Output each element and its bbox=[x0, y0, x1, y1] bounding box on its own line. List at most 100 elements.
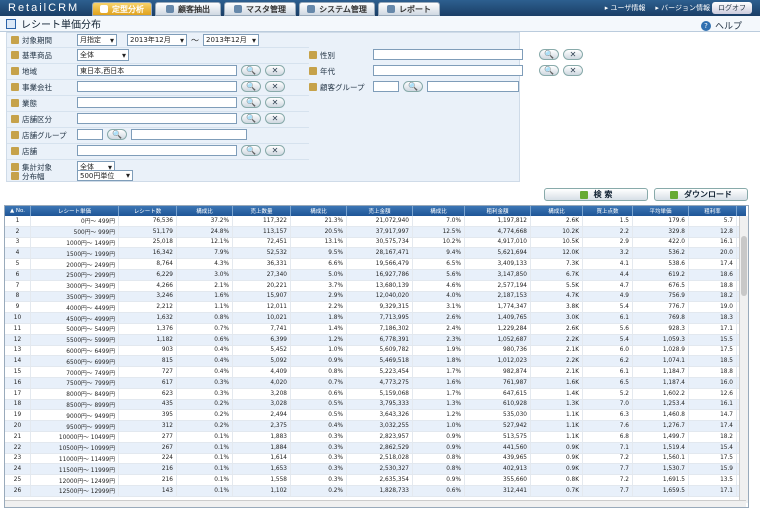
table-cell: 1.2% bbox=[413, 410, 465, 421]
base-product-select[interactable]: 全体 bbox=[77, 49, 129, 61]
table-row[interactable]: 26 12500円～ 12999円 143 0.1% 1,102 0.2% 1,828,73… bbox=[5, 485, 746, 497]
width-select[interactable]: 500円単位 bbox=[77, 170, 133, 181]
column-header[interactable]: 粗利率 bbox=[689, 206, 737, 216]
table-row[interactable]: 14 6500円～ 6999円 815 0.4% 5,092 0.9% 5,469,518 1… bbox=[5, 356, 746, 368]
table-row[interactable]: 18 8500円～ 8999円 435 0.2% 3,028 0.5% 3,795,333 1… bbox=[5, 399, 746, 411]
table-row[interactable]: 20 9500円～ 9999円 312 0.2% 2,375 0.4% 3,032,255 1… bbox=[5, 421, 746, 432]
user-info-link[interactable]: ▸ ユーザ情報 bbox=[605, 3, 646, 13]
format-clear-button[interactable]: ✕ bbox=[265, 97, 285, 108]
column-header[interactable]: 売上数量 bbox=[233, 206, 291, 216]
column-header[interactable]: 構成比 bbox=[177, 206, 233, 216]
version-info-link[interactable]: ▸ バージョン情報 bbox=[655, 3, 710, 13]
table-row[interactable]: 7 3000円～ 3499円 4,266 2.1% 20,221 3.7% 13,680,1… bbox=[5, 280, 746, 292]
store-group-code-input[interactable] bbox=[77, 129, 103, 140]
store-type-input[interactable] bbox=[77, 113, 237, 124]
gender-clear-button[interactable]: ✕ bbox=[563, 49, 583, 60]
gender-search-button[interactable]: 🔍 bbox=[539, 49, 559, 60]
store-type-search-button[interactable]: 🔍 bbox=[241, 113, 261, 124]
vertical-scrollbar[interactable] bbox=[739, 216, 748, 503]
table-cell: 0.1% bbox=[177, 475, 233, 485]
table-row[interactable]: 19 9000円～ 9499円 395 0.2% 2,494 0.5% 3,643,326 1… bbox=[5, 410, 746, 422]
table-cell: 756.9 bbox=[633, 291, 689, 302]
table-cell: 13.1% bbox=[291, 237, 347, 248]
column-header[interactable]: 買上点数 bbox=[583, 206, 633, 216]
age-search-button[interactable]: 🔍 bbox=[539, 65, 559, 76]
logout-button[interactable]: ログオフ bbox=[712, 2, 752, 14]
customer-group-search-button[interactable]: 🔍 bbox=[403, 81, 423, 92]
age-input[interactable] bbox=[373, 65, 523, 76]
store-type-clear-button[interactable]: ✕ bbox=[265, 113, 285, 124]
company-clear-button[interactable]: ✕ bbox=[265, 81, 285, 92]
period-from-select[interactable]: 2013年12月 bbox=[127, 34, 187, 46]
tab-report[interactable]: レポート bbox=[378, 2, 440, 16]
table-row[interactable]: 3 1000円～ 1499円 25,018 12.1% 72,451 13.1% 30,57… bbox=[5, 237, 746, 249]
column-header[interactable]: 売上金額 bbox=[347, 206, 413, 216]
column-header[interactable]: ▲ No. bbox=[5, 206, 31, 216]
tab-fixed-analysis[interactable]: 定型分析 bbox=[92, 2, 152, 16]
table-row[interactable]: 9 4000円～ 4499円 2,212 1.1% 12,011 2.2% 9,329,31… bbox=[5, 302, 746, 314]
horizontal-scrollbar[interactable] bbox=[5, 500, 746, 507]
table-cell: 1.8% bbox=[291, 313, 347, 323]
table-row[interactable]: 1 0円～ 499円 76,536 37.2% 117,322 21.3% 21,072,9… bbox=[5, 216, 746, 227]
base-product-label-text: 基準商品 bbox=[22, 50, 52, 60]
table-row[interactable]: 15 7000円～ 7499円 727 0.4% 4,409 0.8% 5,223,454 1… bbox=[5, 367, 746, 378]
table-cell: 815 bbox=[119, 356, 177, 367]
store-group-name-input[interactable] bbox=[131, 129, 247, 140]
age-clear-button[interactable]: ✕ bbox=[563, 65, 583, 76]
download-button[interactable]: ダウンロード bbox=[654, 188, 748, 201]
table-cell: 9 bbox=[5, 302, 31, 313]
store-group-search-button[interactable]: 🔍 bbox=[107, 129, 127, 140]
top-links: ▸ ユーザ情報 ▸ バージョン情報 bbox=[605, 3, 710, 13]
table-row[interactable]: 25 12000円～ 12499円 216 0.1% 1,558 0.3% 2,635,35… bbox=[5, 475, 746, 486]
column-header[interactable]: 構成比 bbox=[291, 206, 347, 216]
customer-group-code-input[interactable] bbox=[373, 81, 399, 92]
column-header[interactable]: 構成比 bbox=[413, 206, 465, 216]
table-cell: 1.1K bbox=[531, 421, 583, 431]
table-row[interactable]: 12 5500円～ 5999円 1,182 0.6% 6,399 1.2% 6,778,39… bbox=[5, 334, 746, 346]
table-row[interactable]: 5 2000円～ 2499円 8,764 4.3% 36,331 6.6% 19,566,4… bbox=[5, 259, 746, 270]
table-cell: 4.0% bbox=[413, 291, 465, 302]
table-row[interactable]: 23 11000円～ 11499円 224 0.1% 1,614 0.3% 2,518,02… bbox=[5, 453, 746, 465]
table-row[interactable]: 4 1500円～ 1999円 16,342 7.9% 52,532 9.5% 28,167,… bbox=[5, 248, 746, 260]
region-clear-button[interactable]: ✕ bbox=[265, 65, 285, 76]
column-header[interactable]: レシート単価 bbox=[31, 206, 119, 216]
table-cell: 5,621,694 bbox=[465, 248, 531, 259]
table-cell: 776.7 bbox=[633, 302, 689, 313]
tab-master-management[interactable]: マスタ管理 bbox=[224, 2, 296, 16]
gender-input[interactable] bbox=[373, 49, 523, 60]
table-row[interactable]: 6 2500円～ 2999円 6,229 3.0% 27,340 5.0% 16,927,7… bbox=[5, 269, 746, 281]
column-header[interactable]: 粗利金額 bbox=[465, 206, 531, 216]
column-header[interactable]: レシート数 bbox=[119, 206, 177, 216]
column-header[interactable]: 構成比 bbox=[531, 206, 583, 216]
column-header[interactable]: 平均単価 bbox=[633, 206, 689, 216]
table-row[interactable]: 2 500円～ 999円 51,179 24.8% 113,157 20.5% 37,917… bbox=[5, 226, 746, 238]
region-search-button[interactable]: 🔍 bbox=[241, 65, 261, 76]
table-cell: 3.8K bbox=[531, 302, 583, 313]
help-link[interactable]: ? ヘルプ bbox=[700, 19, 742, 32]
scroll-thumb[interactable] bbox=[741, 236, 747, 296]
table-row[interactable]: 13 6000円～ 6499円 903 0.4% 5,452 1.0% 5,609,782 1… bbox=[5, 345, 746, 357]
format-search-button[interactable]: 🔍 bbox=[241, 97, 261, 108]
store-input[interactable] bbox=[77, 145, 237, 156]
store-search-button[interactable]: 🔍 bbox=[241, 145, 261, 156]
table-row[interactable]: 16 7500円～ 7999円 617 0.3% 4,020 0.7% 4,773,275 1… bbox=[5, 377, 746, 389]
tab-system-management[interactable]: システム管理 bbox=[299, 2, 375, 16]
table-cell: 16,927,786 bbox=[347, 269, 413, 280]
company-input[interactable] bbox=[77, 81, 237, 92]
table-row[interactable]: 11 5000円～ 5499円 1,376 0.7% 7,741 1.4% 7,186,30… bbox=[5, 323, 746, 335]
table-row[interactable]: 22 10500円～ 10999円 267 0.1% 1,884 0.3% 2,862,52… bbox=[5, 442, 746, 454]
tab-customer-extract[interactable]: 顧客抽出 bbox=[155, 2, 221, 16]
region-input[interactable]: 東日本,西日本 bbox=[77, 65, 237, 76]
table-row[interactable]: 17 8000円～ 8499円 623 0.3% 3,208 0.6% 5,159,068 1… bbox=[5, 388, 746, 400]
search-button[interactable]: 検 索 bbox=[544, 188, 648, 201]
table-row[interactable]: 8 3500円～ 3999円 3,246 1.6% 15,907 2.9% 12,040,0… bbox=[5, 291, 746, 303]
customer-group-name-input[interactable] bbox=[427, 81, 519, 92]
table-row[interactable]: 24 11500円～ 11999円 216 0.1% 1,653 0.3% 2,530,32… bbox=[5, 464, 746, 476]
table-row[interactable]: 21 10000円～ 10499円 277 0.1% 1,883 0.3% 2,823,95… bbox=[5, 431, 746, 443]
format-input[interactable] bbox=[77, 97, 237, 108]
period-mode-select[interactable]: 月指定 bbox=[77, 34, 117, 46]
company-search-button[interactable]: 🔍 bbox=[241, 81, 261, 92]
table-row[interactable]: 10 4500円～ 4999円 1,632 0.8% 10,021 1.8% 7,713,9… bbox=[5, 313, 746, 324]
period-to-select[interactable]: 2013年12月 bbox=[203, 34, 259, 46]
store-clear-button[interactable]: ✕ bbox=[265, 145, 285, 156]
